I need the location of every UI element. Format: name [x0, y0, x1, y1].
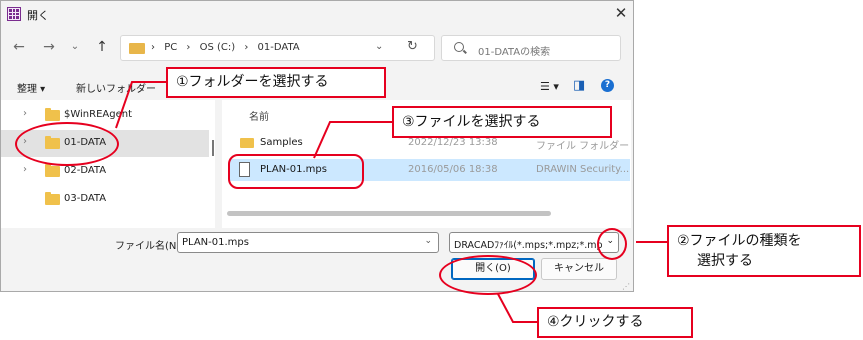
callout-step1: ①フォルダーを選択する: [166, 67, 386, 98]
callout-step2-line2: 選択する: [697, 253, 753, 269]
callout-step2-line1: ②ファイルの種類を: [677, 233, 802, 249]
highlight-ellipse-open: [439, 255, 537, 295]
highlight-ellipse-folder: [15, 122, 119, 166]
highlight-box-file: [228, 154, 364, 189]
callout-step2: ②ファイルの種類を 選択する: [667, 225, 861, 277]
callout-step3: ③ファイルを選択する: [392, 106, 612, 138]
highlight-ellipse-filetype: [597, 228, 627, 260]
callout-connectors: [115, 81, 668, 323]
callout-step4: ④クリックする: [537, 307, 693, 338]
